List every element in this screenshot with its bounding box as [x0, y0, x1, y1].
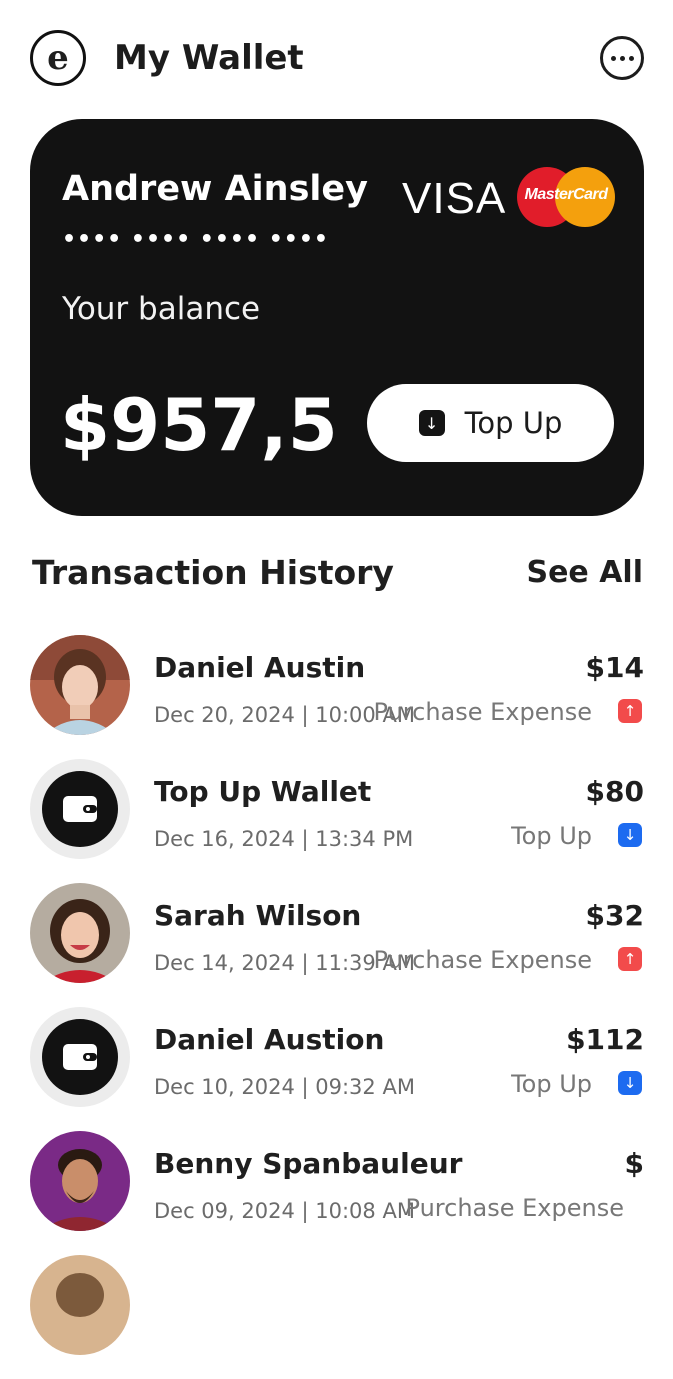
arrow-down-icon: ↓	[618, 823, 642, 847]
arrow-up-icon: ↑	[618, 947, 642, 971]
card-number-masked: •••• •••• •••• ••••	[62, 227, 329, 252]
more-options-button[interactable]	[600, 36, 644, 80]
wallet-icon	[42, 771, 118, 847]
transaction-list: Daniel Austin Dec 20, 2024 | 10:00 AM $1…	[30, 635, 644, 1379]
avatar	[30, 883, 130, 983]
visa-logo: VISA	[402, 174, 507, 223]
balance-amount: $957,5	[60, 383, 338, 467]
page-title: My Wallet	[114, 38, 304, 78]
top-up-button[interactable]: ↓ Top Up	[367, 384, 614, 462]
transaction-name: Sarah Wilson	[154, 899, 362, 932]
transaction-date: Dec 10, 2024 | 09:32 AM	[154, 1075, 415, 1099]
transaction-type: Top Up	[511, 1070, 592, 1098]
transaction-name: Daniel Austion	[154, 1023, 385, 1056]
arrow-up-icon: ↑	[618, 699, 642, 723]
transaction-row[interactable]	[30, 1255, 644, 1379]
transaction-amount: $	[624, 1147, 644, 1180]
transaction-row[interactable]: Benny Spanbauleur Dec 09, 2024 | 10:08 A…	[30, 1131, 644, 1255]
transaction-amount: $80	[585, 775, 644, 808]
balance-label: Your balance	[62, 291, 261, 327]
arrow-down-icon: ↓	[418, 410, 445, 436]
transaction-date: Dec 16, 2024 | 13:34 PM	[154, 827, 414, 851]
see-all-link[interactable]: See All	[526, 555, 643, 590]
transaction-type: Purchase Expense	[405, 1194, 624, 1222]
transaction-amount: $14	[585, 651, 644, 684]
avatar	[30, 1007, 130, 1107]
transaction-date: Dec 09, 2024 | 10:08 AM	[154, 1199, 415, 1223]
dot	[628, 55, 634, 61]
transaction-row[interactable]: Top Up Wallet Dec 16, 2024 | 13:34 PM $8…	[30, 759, 644, 883]
dot	[619, 55, 625, 61]
card-holder-name: Andrew Ainsley	[62, 169, 368, 209]
transaction-row[interactable]: Daniel Austin Dec 20, 2024 | 10:00 AM $1…	[30, 635, 644, 759]
transaction-row[interactable]: Sarah Wilson Dec 14, 2024 | 11:39 AM $32…	[30, 883, 644, 1007]
transaction-amount: $32	[585, 899, 644, 932]
transaction-name: Top Up Wallet	[154, 775, 372, 808]
app-header: e My Wallet	[30, 30, 644, 92]
avatar	[30, 1255, 130, 1355]
logo-icon: e	[30, 30, 86, 86]
avatar	[30, 635, 130, 735]
transaction-type: Purchase Expense	[373, 946, 592, 974]
transaction-amount: $112	[566, 1023, 644, 1056]
wallet-card[interactable]: Andrew Ainsley •••• •••• •••• •••• VISA …	[30, 119, 644, 516]
transaction-type: Purchase Expense	[373, 698, 592, 726]
transaction-row[interactable]: Daniel Austion Dec 10, 2024 | 09:32 AM $…	[30, 1007, 644, 1131]
transaction-name: Daniel Austin	[154, 651, 366, 684]
avatar	[30, 1131, 130, 1231]
mastercard-wordmark: MasterCard	[524, 186, 608, 203]
transaction-history-title: Transaction History	[32, 553, 394, 592]
dot	[610, 55, 616, 61]
transaction-name: Benny Spanbauleur	[154, 1147, 463, 1180]
arrow-down-icon: ↓	[618, 1071, 642, 1095]
avatar	[30, 759, 130, 859]
wallet-icon	[42, 1019, 118, 1095]
mastercard-logo: MasterCard	[517, 167, 615, 227]
transaction-type: Top Up	[511, 822, 592, 850]
top-up-label: Top Up	[464, 406, 563, 440]
